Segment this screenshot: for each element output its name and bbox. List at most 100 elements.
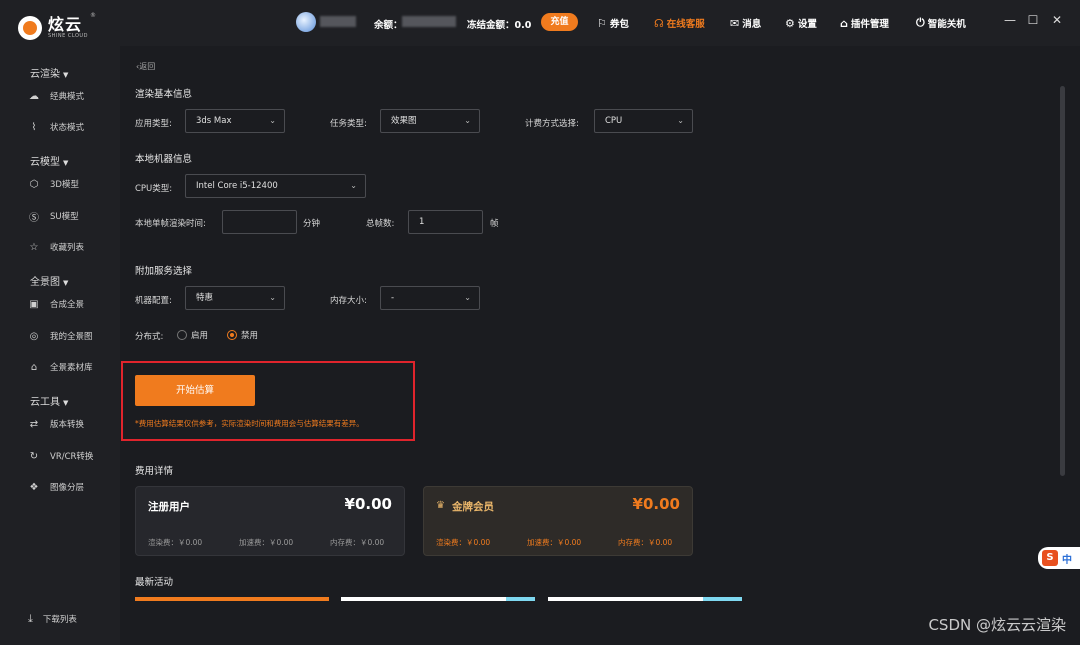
balance-label: 余额： <box>374 20 403 31</box>
app-type-select[interactable]: 3ds Max ⌄ <box>185 109 285 133</box>
cpu-type-label: CPU类型: <box>135 184 173 194</box>
balance-value-redacted <box>402 16 456 27</box>
download-icon: ⤓ <box>28 612 33 625</box>
chevron-down-icon: ⌄ <box>677 116 684 125</box>
sogou-icon: S <box>1042 550 1058 566</box>
task-type-label: 任务类型: <box>330 119 367 129</box>
ime-indicator[interactable]: S 中 <box>1038 547 1080 569</box>
sidebar-item-download-list[interactable]: ⤓ 下载列表 <box>28 612 77 626</box>
su-icon: Ⓢ <box>29 212 39 224</box>
coupon-link[interactable]: ⚐ 券包 <box>597 16 629 31</box>
power-icon: ⏻ <box>916 16 925 29</box>
username-redacted <box>320 16 356 27</box>
sidebar-item-image-layers[interactable]: ❖ 图像分层 <box>28 481 85 494</box>
memory-size-select[interactable]: - ⌄ <box>380 286 480 310</box>
section-local-machine: 本地机器信息 <box>135 154 193 165</box>
headset-icon: ☊ <box>654 16 664 30</box>
sidebar-item-panorama-library[interactable]: ⌂ 全景素材库 <box>28 361 93 374</box>
smart-shutdown-link[interactable]: ⏻ 智能关机 <box>916 16 966 30</box>
avatar[interactable] <box>296 12 316 32</box>
chevron-down-icon: ⌄ <box>269 293 276 302</box>
sidebar-item-classic-mode[interactable]: ☁ 经典模式 <box>28 90 84 103</box>
star-icon: ☆ <box>29 241 39 253</box>
sidebar: 炫云 SHINE CLOUD ® 云渲染 ▼ ☁ 经典模式 ⌇ 状态模式 云模型 ▼ ⬡… <box>0 0 120 645</box>
start-estimate-button[interactable]: 开始估算 <box>135 375 255 406</box>
memory-fee: 内存费：￥0.00 <box>618 538 673 547</box>
frame-time-input[interactable] <box>222 210 297 234</box>
image-icon: ▣ <box>29 298 39 310</box>
close-button[interactable]: ✕ <box>1049 13 1065 27</box>
nav-group-cloud-render[interactable]: 云渲染 ▼ <box>30 65 68 80</box>
logo-subtitle: SHINE CLOUD <box>48 33 88 39</box>
distributed-label: 分布式: <box>135 332 164 342</box>
frozen-amount: 冻结金额：0.0 <box>467 20 532 31</box>
crown-icon: ♛ <box>436 500 445 511</box>
maximize-button[interactable]: ☐ <box>1025 13 1041 27</box>
pulse-icon: ⌇ <box>31 121 37 133</box>
task-type-select[interactable]: 效果图 ⌄ <box>380 109 480 133</box>
gear-icon: ⚙ <box>785 16 795 30</box>
cube-icon: ⬡ <box>29 178 39 190</box>
nav-group-cloud-model[interactable]: 云模型 ▼ <box>30 153 68 168</box>
card-price: ¥0.00 <box>632 495 680 513</box>
planet-icon: ◎ <box>29 330 39 342</box>
section-basic-info: 渲染基本信息 <box>135 89 193 100</box>
layers-icon: ❖ <box>29 481 39 493</box>
app-type-label: 应用类型: <box>135 119 172 129</box>
minimize-button[interactable]: — <box>1002 13 1018 27</box>
total-frames-label: 总帧数: <box>366 219 395 229</box>
radio-disable[interactable]: 禁用 <box>227 329 258 341</box>
sidebar-item-version-convert[interactable]: ⇄ 版本转换 <box>28 418 84 431</box>
sidebar-item-su-model[interactable]: Ⓢ SU模型 <box>28 210 79 224</box>
total-frames-input[interactable]: 1 <box>408 210 483 234</box>
settings-link[interactable]: ⚙ 设置 <box>785 16 817 31</box>
sidebar-item-vr-cr-convert[interactable]: ↻ VR/CR转换 <box>28 450 94 463</box>
chevron-down-icon: ⌄ <box>269 116 276 125</box>
radio-enable[interactable]: 启用 <box>177 329 208 341</box>
ime-mode: 中 <box>1062 554 1072 566</box>
recharge-button[interactable]: 充值 <box>541 13 578 31</box>
sidebar-item-3d-model[interactable]: ⬡ 3D模型 <box>28 178 79 191</box>
render-fee: 渲染费：￥0.00 <box>436 538 491 547</box>
activity-banner-3[interactable] <box>548 597 742 601</box>
app-logo: 炫云 SHINE CLOUD ® <box>18 12 96 44</box>
card-title: 金牌会员 <box>452 501 494 513</box>
chevron-down-icon: ⌄ <box>350 181 357 190</box>
cloud-icon: ☁ <box>29 90 39 102</box>
total-frames-unit: 帧 <box>490 219 499 229</box>
plugin-icon: ⌂ <box>840 16 848 30</box>
cost-card-gold-member: ♛ 金牌会员 ¥0.00 渲染费：￥0.00 加速费：￥0.00 内存费：￥0.… <box>423 486 693 556</box>
messages-link[interactable]: ✉ 消息 <box>730 16 761 31</box>
sidebar-item-favorites[interactable]: ☆ 收藏列表 <box>28 241 85 254</box>
section-addon-services: 附加服务选择 <box>135 266 193 277</box>
billing-label: 计费方式选择: <box>525 119 579 129</box>
mail-icon: ✉ <box>730 16 740 30</box>
activity-banner-2[interactable] <box>341 597 535 601</box>
machine-config-select[interactable]: 特惠 ⌄ <box>185 286 285 310</box>
chevron-down-icon: ⌄ <box>464 116 471 125</box>
sidebar-item-status-mode[interactable]: ⌇ 状态模式 <box>28 121 84 134</box>
nav-group-cloud-tools[interactable]: 云工具 ▼ <box>30 393 68 408</box>
cpu-type-select[interactable]: Intel Core i5-12400 ⌄ <box>185 174 366 198</box>
gift-icon: ⚐ <box>597 16 607 30</box>
billing-select[interactable]: CPU ⌄ <box>594 109 693 133</box>
activity-banner-1[interactable] <box>135 597 329 601</box>
scrollbar[interactable] <box>1060 86 1065 476</box>
speedup-fee: 加速费：￥0.00 <box>239 538 294 547</box>
back-link[interactable]: ‹返回 <box>136 61 155 72</box>
online-service-link[interactable]: ☊ 在线客服 <box>654 16 705 31</box>
sidebar-item-my-panorama[interactable]: ◎ 我的全景图 <box>28 330 93 343</box>
frame-time-label: 本地单帧渲染时间: <box>135 219 206 229</box>
card-title: 注册用户 <box>148 501 190 513</box>
cost-card-registered: 注册用户 ¥0.00 渲染费：￥0.00 加速费：￥0.00 内存费：￥0.00 <box>135 486 405 556</box>
library-icon: ⌂ <box>30 361 38 373</box>
sidebar-item-compose-panorama[interactable]: ▣ 合成全景 <box>28 298 84 311</box>
nav-group-panorama[interactable]: 全景图 ▼ <box>30 273 68 288</box>
render-fee: 渲染费：￥0.00 <box>148 538 203 547</box>
logo-icon <box>18 16 42 40</box>
machine-config-label: 机器配置: <box>135 296 172 306</box>
plugin-manager-link[interactable]: ⌂ 插件管理 <box>840 16 889 31</box>
convert-icon: ⇄ <box>29 418 39 430</box>
speedup-fee: 加速费：￥0.00 <box>527 538 582 547</box>
memory-fee: 内存费：￥0.00 <box>330 538 385 547</box>
